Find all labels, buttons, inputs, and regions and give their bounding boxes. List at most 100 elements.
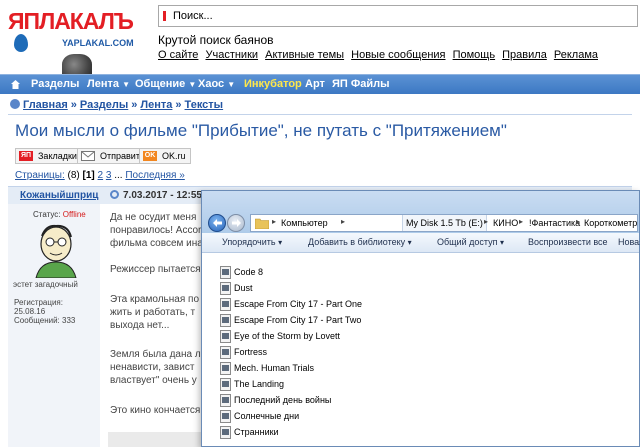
link-ads[interactable]: Реклама	[554, 49, 598, 61]
back-button[interactable]	[208, 214, 226, 232]
top-links: О сайте Участники Активные темы Новые со…	[158, 49, 602, 61]
pages-ellipsis: ...	[114, 170, 123, 181]
registered-label: Регистрация:	[14, 298, 63, 307]
user-title: эстет загадочный	[13, 280, 78, 289]
post-text-line: ненависти, завист	[110, 362, 195, 373]
breadcrumb-texts[interactable]: Тексты	[185, 99, 224, 111]
link-rules[interactable]: Правила	[502, 49, 547, 61]
post-date[interactable]: 7.03.2017 - 12:55	[110, 190, 202, 201]
breadcrumb: Главная» Разделы» Лента» Тексты	[10, 99, 223, 111]
post-text-line: понравилось! Accor	[110, 225, 202, 236]
breadcrumb-feed[interactable]: Лента	[140, 99, 172, 111]
chevron-down-icon: ▼	[122, 80, 130, 89]
video-file-icon	[220, 266, 231, 279]
add-to-library-button[interactable]: Добавить в библиотеку ▾	[308, 237, 412, 247]
video-file-icon	[220, 298, 231, 311]
post-text-line: Режиссер пытается	[110, 264, 201, 275]
status-offline: Offline	[62, 210, 86, 219]
share-button[interactable]: Общий доступ ▾	[437, 237, 504, 247]
post-text-line: выхода нет...	[110, 320, 170, 331]
path-kino[interactable]: КИНО	[493, 218, 518, 228]
ok-share-button[interactable]: OK OK.ru	[139, 148, 191, 164]
avatar[interactable]	[28, 222, 84, 278]
nav-art[interactable]: Арт	[305, 78, 325, 90]
breadcrumb-icon	[10, 99, 20, 109]
current-page: [1]	[82, 170, 95, 181]
path-disk[interactable]: My Disk 1.5 Tb (E:)	[406, 218, 483, 228]
nav-sections[interactable]: Разделы	[31, 78, 79, 90]
mail-icon	[81, 151, 95, 161]
last-page-link[interactable]: Последняя »	[125, 170, 184, 181]
forward-arrow-icon	[232, 219, 241, 227]
tagline: Крутой поиск баянов	[158, 33, 274, 47]
video-file-icon	[220, 394, 231, 407]
path-separator-icon: ▸	[272, 217, 277, 226]
path-separator-icon: ▸	[484, 217, 489, 226]
chevron-down-icon: ▼	[188, 80, 197, 89]
explorer-window: ▸ Компьютер ▸ My Disk 1.5 Tb (E:) ▸ КИНО…	[201, 190, 640, 447]
bookmarks-label: Закладки	[38, 151, 77, 161]
nav-incubator[interactable]: Инкубатор	[244, 78, 302, 90]
path-fantastika[interactable]: !Фантастика	[529, 218, 580, 228]
breadcrumb-home[interactable]: Главная	[23, 99, 68, 111]
breadcrumb-separator: »	[70, 99, 77, 111]
search-box[interactable]	[158, 5, 638, 27]
divider	[8, 114, 632, 115]
back-arrow-icon	[213, 219, 222, 227]
play-all-button[interactable]: Воспроизвести все	[528, 237, 608, 247]
video-file-icon	[220, 378, 231, 391]
video-file-icon	[220, 346, 231, 359]
chevron-down-icon: ▾	[499, 238, 504, 247]
link-new-messages[interactable]: Новые сообщения	[351, 49, 445, 61]
chevron-down-icon: ▼	[227, 80, 236, 89]
video-file-icon	[220, 282, 231, 295]
post-text-line: властвует" очень у	[110, 375, 197, 386]
path-shorts[interactable]: Короткометражки	[584, 218, 637, 228]
new-folder-button[interactable]: Новая	[618, 237, 640, 247]
forward-button[interactable]	[227, 214, 245, 232]
path-separator-icon: ▸	[341, 217, 346, 226]
post-author[interactable]: Кожаныйшприц	[20, 190, 98, 201]
search-input[interactable]	[173, 8, 623, 24]
link-members[interactable]: Участники	[205, 49, 258, 61]
path-separator-icon: ▸	[519, 217, 524, 226]
pages-total: (8)	[67, 170, 80, 181]
link-help[interactable]: Помощь	[453, 49, 496, 61]
path-separator-icon: ▸	[576, 217, 581, 226]
nav-chaos[interactable]: Хаос ▼	[198, 78, 235, 90]
logo-drop-icon	[14, 34, 28, 52]
file-list: Code 8 Dust Escape From City 17 - Part O…	[202, 254, 639, 446]
post-image-placeholder	[108, 432, 204, 447]
home-icon[interactable]	[10, 79, 21, 90]
post-text-line: фильма совсем ина	[110, 238, 203, 249]
bookmarks-button[interactable]: ЯП Закладки	[15, 148, 82, 164]
post-link-icon	[110, 190, 119, 199]
organize-button[interactable]: Упорядочить ▾	[222, 237, 282, 247]
page-link[interactable]: 3	[106, 170, 112, 181]
messages-count: Сообщений: 333	[14, 316, 76, 325]
link-about[interactable]: О сайте	[158, 49, 198, 61]
user-meta: Регистрация: 25.08.16 Сообщений: 333	[14, 298, 75, 325]
video-file-icon	[220, 362, 231, 375]
send-label: Отправить	[100, 151, 145, 161]
registered-value: 25.08.16	[14, 307, 46, 316]
breadcrumb-separator: »	[175, 99, 182, 111]
logo-text: ЯПЛАКАЛЪ	[8, 8, 134, 34]
link-active-topics[interactable]: Активные темы	[265, 49, 344, 61]
breadcrumb-separator: »	[131, 99, 138, 111]
post-text-line: Да не осудит меня	[110, 212, 197, 223]
nav-feed[interactable]: Лента ▼	[87, 78, 130, 90]
path-computer[interactable]: Компьютер	[281, 218, 328, 228]
nav-social[interactable]: Общение ▼	[135, 78, 196, 90]
ok-logo-icon: OK	[143, 151, 157, 161]
breadcrumb-sections[interactable]: Разделы	[80, 99, 128, 111]
post-text-line: Земля была дана л	[110, 349, 201, 360]
pages-label[interactable]: Страницы:	[15, 170, 65, 181]
site-logo[interactable]: ЯПЛАКАЛЪ YAPLAKAL.COM	[8, 8, 144, 80]
logo-subtitle: YAPLAKAL.COM	[62, 38, 134, 48]
video-file-icon	[220, 410, 231, 423]
page-link[interactable]: 2	[98, 170, 104, 181]
nav-files[interactable]: ЯП Файлы	[332, 78, 390, 90]
chevron-down-icon: ▾	[407, 238, 412, 247]
address-bar[interactable]: ▸ Компьютер ▸ My Disk 1.5 Tb (E:) ▸ КИНО…	[250, 214, 638, 232]
